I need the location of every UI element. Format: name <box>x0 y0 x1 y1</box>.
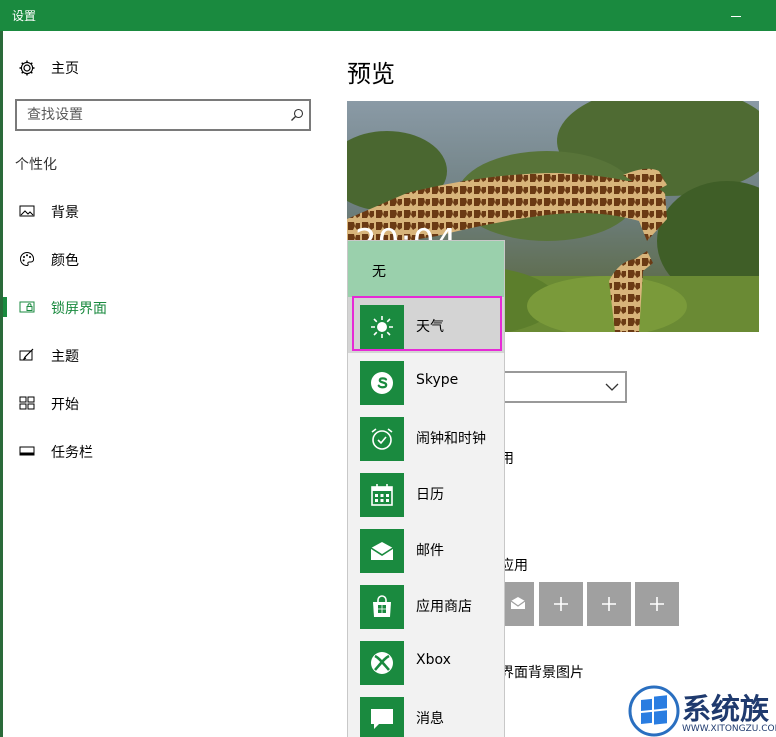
sidebar-item-label: 锁屏界面 <box>51 301 107 317</box>
option-calendar[interactable]: 日历 <box>348 465 504 521</box>
quick-status-add-button[interactable] <box>539 582 583 626</box>
sidebar-item-label: 颜色 <box>51 253 79 269</box>
sidebar-item-start[interactable]: 开始 <box>0 385 320 421</box>
quick-status-add-button[interactable] <box>587 582 631 626</box>
alarm-clock-icon <box>360 417 404 461</box>
section-label: 个性化 <box>15 157 57 173</box>
weather-sun-icon <box>360 305 404 349</box>
home-link[interactable]: 主页 <box>18 57 79 79</box>
option-weather[interactable]: 天气 <box>348 297 504 353</box>
sidebar-item-lock-screen[interactable]: 锁屏界面 <box>0 289 320 325</box>
plus-icon <box>554 597 568 611</box>
plus-icon <box>602 597 616 611</box>
sidebar-item-themes[interactable]: 主题 <box>0 337 320 373</box>
option-label: 日历 <box>416 487 444 503</box>
option-label: Xbox <box>416 652 451 668</box>
window-edge <box>0 31 3 737</box>
picture-icon <box>19 205 35 217</box>
taskbar-icon <box>19 446 35 456</box>
chevron-down-icon <box>605 383 619 391</box>
palette-icon <box>20 251 35 267</box>
option-messaging[interactable]: 消息 <box>348 689 504 737</box>
option-label: 邮件 <box>416 543 444 559</box>
skype-icon <box>360 361 404 405</box>
xbox-icon <box>360 641 404 685</box>
calendar-icon <box>360 473 404 517</box>
plus-icon <box>650 597 664 611</box>
app-detail-select[interactable] <box>500 371 627 403</box>
sidebar-item-background[interactable]: 背景 <box>0 193 320 229</box>
page-title: 预览 <box>347 60 395 88</box>
option-label: 闹钟和时钟 <box>416 431 486 447</box>
quick-status-add-button[interactable] <box>635 582 679 626</box>
theme-icon <box>19 348 34 361</box>
sidebar-item-colors[interactable]: 颜色 <box>0 241 320 277</box>
watermark-subtext: WWW.XITONGZU.COM <box>682 724 776 734</box>
option-store[interactable]: 应用商店 <box>348 577 504 633</box>
mail-icon <box>510 597 526 609</box>
store-icon <box>360 585 404 629</box>
setting-text-fragment: 界面背景图片 <box>500 665 584 681</box>
minimize-icon <box>731 16 741 17</box>
option-label: 天气 <box>416 319 444 335</box>
minimize-button[interactable] <box>718 0 754 31</box>
mail-icon <box>360 529 404 573</box>
option-skype[interactable]: Skype <box>348 353 504 409</box>
option-mail[interactable]: 邮件 <box>348 521 504 577</box>
option-none[interactable]: 无 <box>348 241 504 297</box>
lock-screen-icon <box>19 301 35 313</box>
message-icon <box>360 697 404 737</box>
search-box[interactable] <box>15 99 311 131</box>
sidebar-item-label: 主题 <box>51 349 79 365</box>
option-label: 应用商店 <box>416 599 472 615</box>
active-indicator <box>3 297 7 317</box>
sidebar-item-label: 开始 <box>51 397 79 413</box>
option-label: Skype <box>416 372 459 388</box>
window-title: 设置 <box>12 9 37 23</box>
sidebar-item-label: 背景 <box>51 205 79 221</box>
watermark-text: 系统族 <box>682 692 770 726</box>
windows-logo-icon <box>628 685 680 737</box>
option-label: 无 <box>372 264 386 280</box>
sidebar-item-label: 任务栏 <box>51 445 93 461</box>
option-xbox[interactable]: Xbox <box>348 633 504 689</box>
home-label: 主页 <box>51 61 79 77</box>
search-input[interactable] <box>27 106 277 124</box>
title-bar: 设置 <box>0 0 776 31</box>
option-alarms-clock[interactable]: 闹钟和时钟 <box>348 409 504 465</box>
search-icon[interactable] <box>290 108 304 122</box>
sidebar-item-taskbar[interactable]: 任务栏 <box>0 433 320 469</box>
gear-icon <box>19 60 35 76</box>
app-chooser-flyout: 无 天气 Skype 闹钟和时钟 日历 邮件 应用商店 Xbox 消息 <box>347 240 505 737</box>
start-icon <box>19 396 35 410</box>
option-label: 消息 <box>416 711 444 727</box>
